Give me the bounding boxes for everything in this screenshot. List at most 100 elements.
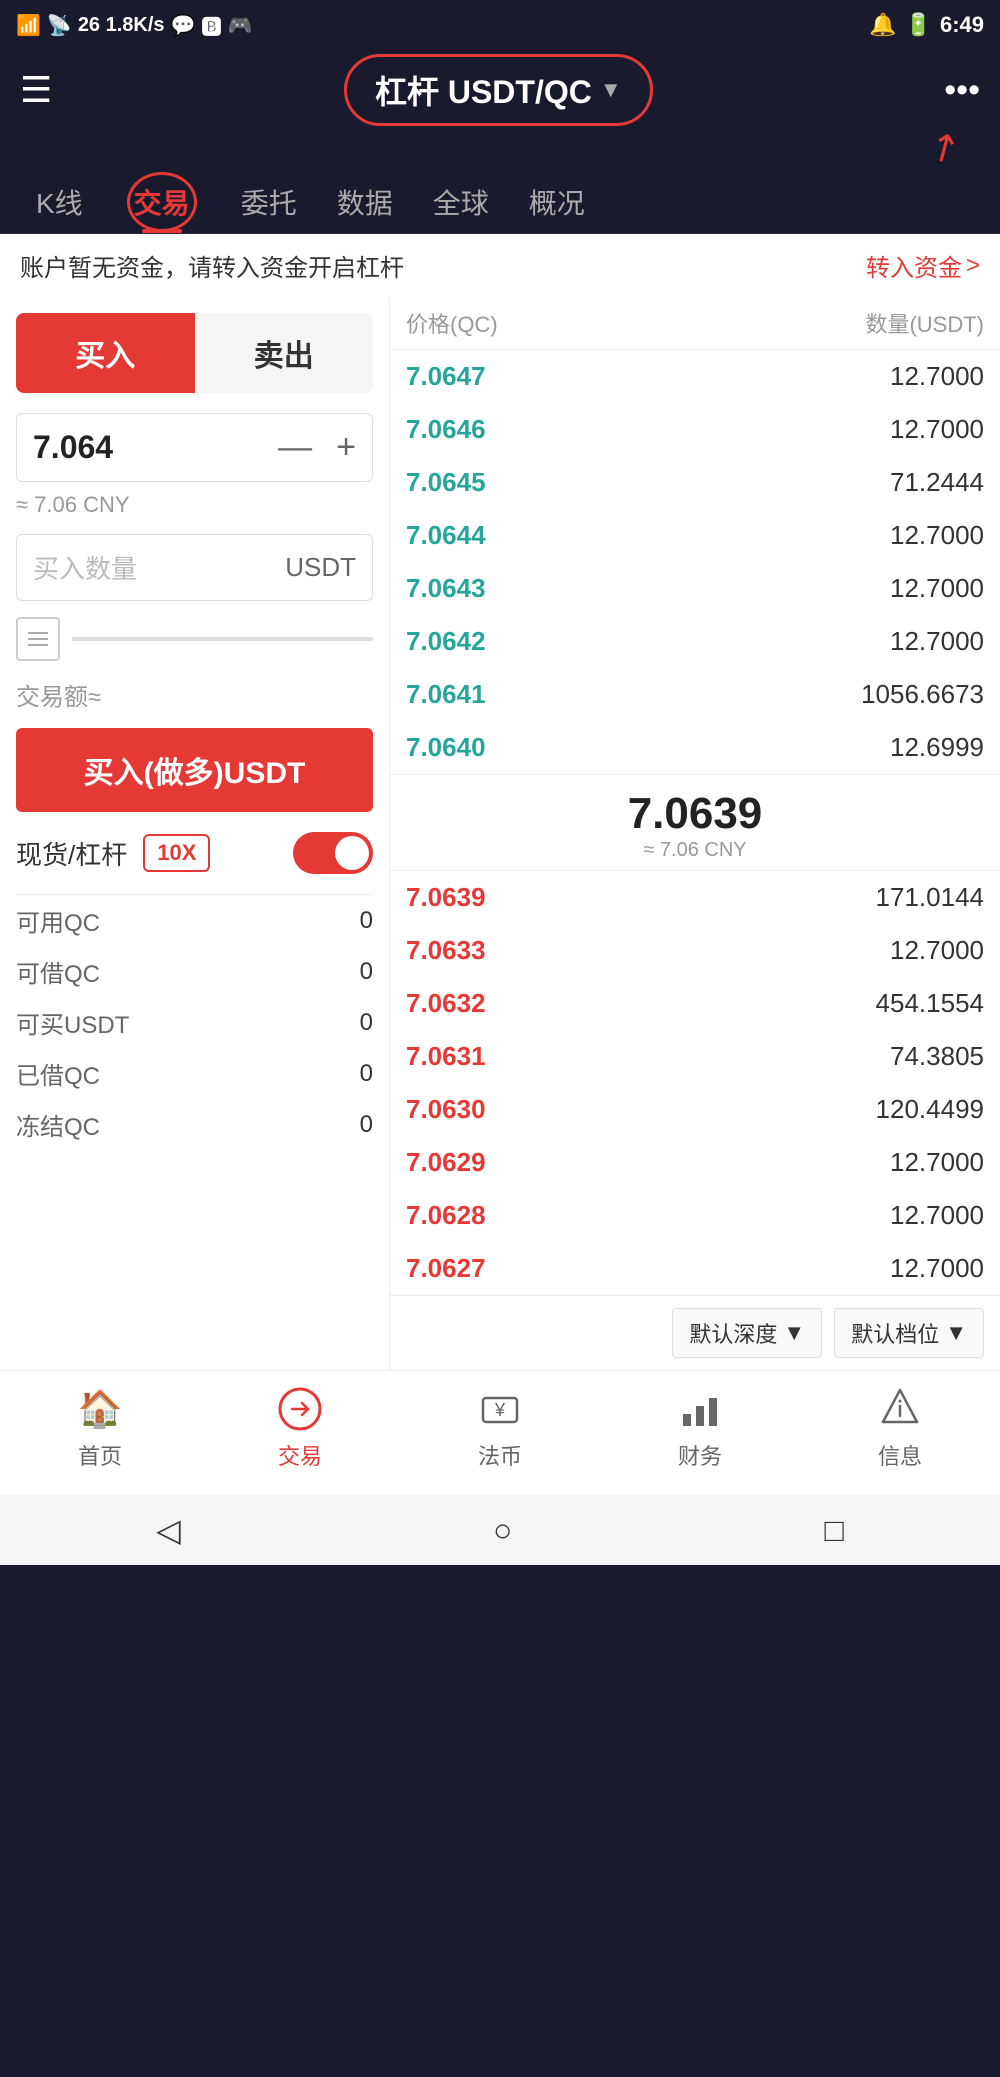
ask-qty-2: 71.2444 bbox=[890, 467, 984, 498]
leverage-row: 现货/杠杆 10X bbox=[16, 832, 373, 874]
bid-row-5[interactable]: 7.0629 12.7000 bbox=[390, 1136, 1000, 1189]
price-minus-button[interactable]: — bbox=[278, 428, 312, 467]
alert-bar: 账户暂无资金，请转入资金开启杠杆 转入资金 > bbox=[0, 234, 1000, 297]
trade-icon bbox=[276, 1385, 324, 1433]
battery-icon: 🔋 bbox=[905, 12, 932, 38]
price-header: 价格(QC) bbox=[406, 307, 498, 339]
home-button[interactable]: ○ bbox=[493, 1512, 512, 1549]
frozen-qc-row: 冻结QC 0 bbox=[16, 1099, 373, 1150]
menu-button[interactable]: ☰ bbox=[20, 69, 52, 111]
bid-price-1: 7.0633 bbox=[406, 935, 486, 966]
tab-kline[interactable]: K线 bbox=[16, 170, 103, 233]
tab-trade[interactable]: 交易 bbox=[103, 170, 221, 233]
left-panel: 买入 卖出 7.064 — + ≈ 7.06 CNY 买入数量 USDT 交易额… bbox=[0, 297, 390, 1370]
sell-button[interactable]: 卖出 bbox=[195, 313, 374, 393]
tab-global[interactable]: 全球 bbox=[413, 170, 509, 233]
finance-icon-svg bbox=[677, 1386, 723, 1432]
quantity-unit: USDT bbox=[285, 552, 356, 583]
time-display: 6:49 bbox=[940, 12, 984, 38]
ask-row-3[interactable]: 7.0644 12.7000 bbox=[390, 509, 1000, 562]
bid-price-6: 7.0628 bbox=[406, 1200, 486, 1231]
app-icon-2: 🎮 bbox=[227, 13, 252, 38]
bid-price-4: 7.0630 bbox=[406, 1094, 486, 1125]
depth-controls: 默认深度 ▼ 默认档位 ▼ bbox=[390, 1295, 1000, 1370]
ask-price-0: 7.0647 bbox=[406, 361, 486, 392]
ask-row-5[interactable]: 7.0642 12.7000 bbox=[390, 615, 1000, 668]
buy-button[interactable]: 买入 bbox=[16, 313, 195, 393]
bid-row-1[interactable]: 7.0633 12.7000 bbox=[390, 924, 1000, 977]
wifi-icon: 📡 bbox=[47, 13, 72, 38]
tab-entrust[interactable]: 委托 bbox=[221, 170, 317, 233]
level-button[interactable]: 默认档位 ▼ bbox=[834, 1308, 984, 1358]
ask-price-3: 7.0644 bbox=[406, 520, 486, 551]
bid-row-3[interactable]: 7.0631 74.3805 bbox=[390, 1030, 1000, 1083]
nav-finance[interactable]: 财务 bbox=[676, 1385, 724, 1471]
nav-info[interactable]: 信息 bbox=[876, 1385, 924, 1471]
ask-row-2[interactable]: 7.0645 71.2444 bbox=[390, 456, 1000, 509]
recent-button[interactable]: □ bbox=[825, 1512, 844, 1549]
ask-qty-5: 12.7000 bbox=[890, 626, 984, 657]
ask-row-7[interactable]: 7.0640 12.6999 bbox=[390, 721, 1000, 774]
bid-price-3: 7.0631 bbox=[406, 1041, 486, 1072]
nav-fiat[interactable]: ¥ 法币 bbox=[476, 1385, 524, 1471]
bid-row-6[interactable]: 7.0628 12.7000 bbox=[390, 1189, 1000, 1242]
trade-label: 交易 bbox=[278, 1439, 322, 1471]
nav-home[interactable]: 🏠 首页 bbox=[76, 1385, 124, 1471]
bid-qty-0: 171.0144 bbox=[876, 882, 984, 913]
slider-track[interactable] bbox=[72, 637, 373, 641]
nav-trade[interactable]: 交易 bbox=[276, 1385, 324, 1471]
bid-row-7[interactable]: 7.0627 12.7000 bbox=[390, 1242, 1000, 1295]
tab-data[interactable]: 数据 bbox=[317, 170, 413, 233]
ask-row-1[interactable]: 7.0646 12.7000 bbox=[390, 403, 1000, 456]
finance-label: 财务 bbox=[678, 1439, 722, 1471]
bottom-nav: 🏠 首页 交易 ¥ 法币 财务 bbox=[0, 1370, 1000, 1495]
ask-price-4: 7.0643 bbox=[406, 573, 486, 604]
ask-row-0[interactable]: 7.0647 12.7000 bbox=[390, 350, 1000, 403]
wechat-icon: 💬 bbox=[171, 13, 196, 38]
slider-handle[interactable] bbox=[16, 617, 60, 661]
depth-button[interactable]: 默认深度 ▼ bbox=[672, 1308, 822, 1358]
current-price-cny: ≈ 7.06 CNY bbox=[406, 839, 984, 862]
bid-row-0[interactable]: 7.0639 171.0144 bbox=[390, 871, 1000, 924]
ask-price-1: 7.0646 bbox=[406, 414, 486, 445]
order-book: 价格(QC) 数量(USDT) 7.0647 12.7000 7.0646 12… bbox=[390, 297, 1000, 1370]
tab-overview[interactable]: 概况 bbox=[509, 170, 605, 233]
status-bar: 📶 📡 26 1.8K/s 💬 🅱 🎮 🔔 🔋 6:49 bbox=[0, 0, 1000, 50]
transfer-button[interactable]: 转入资金 > bbox=[866, 248, 980, 283]
svg-text:¥: ¥ bbox=[494, 1400, 506, 1420]
signal-icon: 📶 bbox=[16, 13, 41, 38]
ask-row-4[interactable]: 7.0643 12.7000 bbox=[390, 562, 1000, 615]
borrowed-qc-value: 0 bbox=[360, 1060, 373, 1088]
home-label: 首页 bbox=[78, 1439, 122, 1471]
quantity-input-row[interactable]: 买入数量 USDT bbox=[16, 534, 373, 601]
bid-row-2[interactable]: 7.0632 454.1554 bbox=[390, 977, 1000, 1030]
borrowed-qc-row: 已借QC 0 bbox=[16, 1048, 373, 1099]
ask-row-6[interactable]: 7.0641 1056.6673 bbox=[390, 668, 1000, 721]
price-plus-button[interactable]: + bbox=[336, 428, 356, 467]
more-button[interactable]: ••• bbox=[944, 71, 980, 110]
cny-approx: ≈ 7.06 CNY bbox=[16, 492, 373, 518]
ask-price-6: 7.0641 bbox=[406, 679, 486, 710]
finance-icon bbox=[676, 1385, 724, 1433]
bid-qty-3: 74.3805 bbox=[890, 1041, 984, 1072]
toggle-knob bbox=[335, 836, 369, 870]
borrow-qc-value: 0 bbox=[360, 958, 373, 986]
ask-qty-3: 12.7000 bbox=[890, 520, 984, 551]
orderbook-header: 价格(QC) 数量(USDT) bbox=[390, 297, 1000, 350]
info-icon bbox=[876, 1385, 924, 1433]
bid-price-2: 7.0632 bbox=[406, 988, 486, 1019]
available-qc-label: 可用QC bbox=[16, 903, 100, 938]
leverage-badge[interactable]: 10X bbox=[143, 834, 210, 872]
slider-row[interactable] bbox=[16, 617, 373, 661]
fiat-icon: ¥ bbox=[476, 1385, 524, 1433]
bid-row-4[interactable]: 7.0630 120.4499 bbox=[390, 1083, 1000, 1136]
market-title[interactable]: 杠杆 USDT/QC ▼ bbox=[344, 54, 653, 126]
depth-dropdown-arrow: ▼ bbox=[783, 1320, 805, 1346]
alert-message: 账户暂无资金，请转入资金开启杠杆 bbox=[20, 248, 404, 283]
buy-long-button[interactable]: 买入(做多)USDT bbox=[16, 728, 373, 812]
bid-price-5: 7.0629 bbox=[406, 1147, 486, 1178]
price-input-row[interactable]: 7.064 — + bbox=[16, 413, 373, 482]
back-button[interactable]: ◁ bbox=[156, 1511, 181, 1549]
nav-tabs: K线 交易 委托 数据 全球 概况 bbox=[0, 170, 1000, 234]
leverage-toggle[interactable] bbox=[293, 832, 373, 874]
